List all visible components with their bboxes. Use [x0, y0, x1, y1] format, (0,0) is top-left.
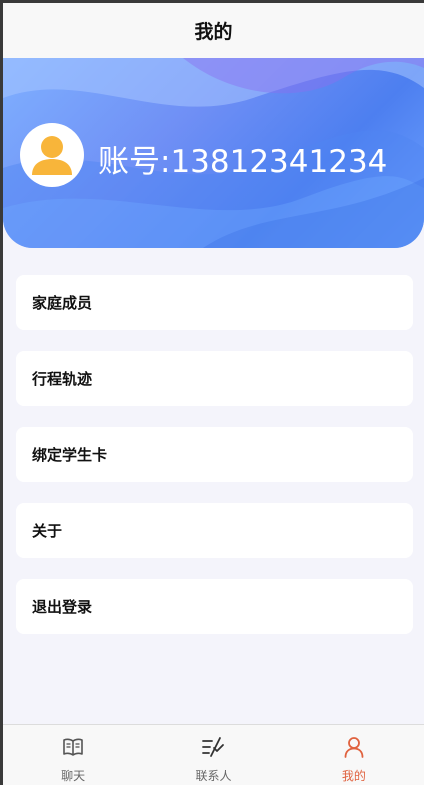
tab-bar: 聊天 联系人 我的: [3, 724, 424, 785]
menu-item-label: 关于: [32, 522, 63, 540]
tab-chat[interactable]: 聊天: [3, 725, 143, 785]
book-icon: [63, 738, 83, 756]
menu-item-logout[interactable]: 退出登录: [16, 579, 413, 634]
tab-mine[interactable]: 我的: [284, 725, 424, 785]
menu-item-label: 行程轨迹: [32, 370, 93, 388]
tab-label: 联系人: [195, 769, 232, 783]
tab-label: 聊天: [61, 769, 86, 783]
user-icon: [344, 737, 364, 758]
settings-menu: 家庭成员 行程轨迹 绑定学生卡 关于 退出登录: [16, 275, 413, 655]
menu-item-label: 家庭成员: [32, 294, 93, 312]
profile-banner: 账号:13812341234: [3, 58, 424, 248]
menu-item-label: 绑定学生卡: [32, 446, 108, 464]
page-title: 我的: [194, 21, 233, 43]
menu-item-label: 退出登录: [32, 598, 93, 616]
tab-contacts[interactable]: 联系人: [143, 725, 283, 785]
menu-item-family-members[interactable]: 家庭成员: [16, 275, 413, 330]
nav-bar: 我的: [3, 3, 424, 58]
user-avatar-icon: [22, 125, 82, 185]
contacts-icon: [202, 737, 225, 757]
menu-item-about[interactable]: 关于: [16, 503, 413, 558]
app-screen: 我的 账号:13812341234 家庭成员 行程轨迹 绑定学生卡 关于 退出登…: [3, 3, 424, 785]
tab-label: 我的: [341, 769, 366, 783]
menu-item-bind-student-card[interactable]: 绑定学生卡: [16, 427, 413, 482]
avatar[interactable]: [20, 123, 84, 187]
menu-item-trip-history[interactable]: 行程轨迹: [16, 351, 413, 406]
account-number: 账号:13812341234: [98, 144, 388, 180]
